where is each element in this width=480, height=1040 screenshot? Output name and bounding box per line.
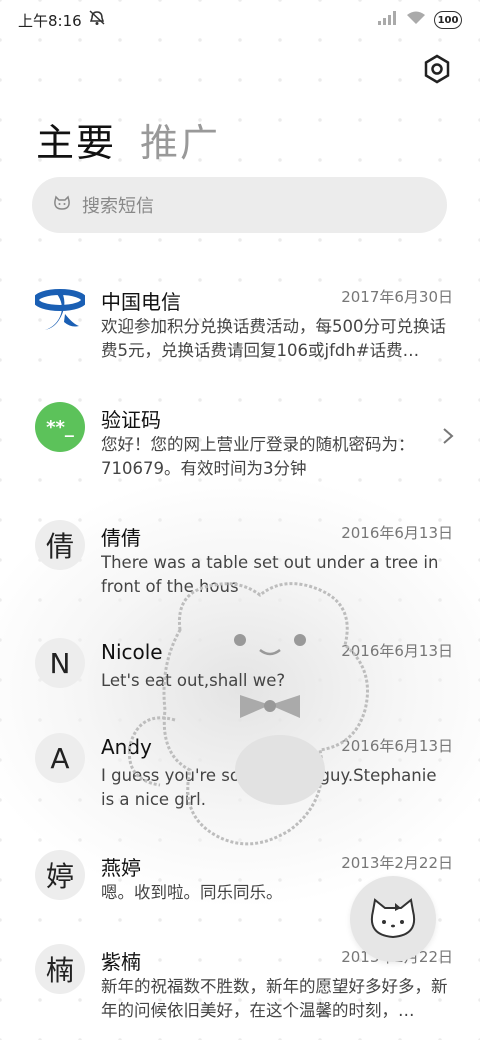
tab-promotion[interactable]: 推广 — [140, 112, 220, 167]
search-placeholder: 搜索短信 — [82, 196, 154, 217]
message-date: 2017年6月30日 — [341, 288, 453, 306]
tab-main[interactable]: 主要 — [36, 112, 116, 167]
sender-name: Nicole — [101, 640, 163, 664]
message-preview: 欢迎参加积分兑换话费活动，每500分可兑换话费5元，兑换话费请回复106或jfd… — [101, 317, 446, 360]
avatar: 婷 — [35, 850, 85, 900]
sender-name: 紫楠 — [101, 950, 141, 974]
telecom-logo-icon — [35, 284, 85, 334]
avatar: A — [35, 733, 85, 783]
message-item[interactable]: 中国电信 2017年6月30日 欢迎参加积分兑换话费活动，每500分可兑换话费5… — [0, 270, 480, 370]
message-preview: 新年的祝福数不胜数，新年的愿望好多好多，新年的问候依旧美好，在这个温馨的时刻，… — [101, 977, 448, 1020]
cat-compose-icon — [371, 898, 415, 939]
message-preview: Let's eat out,shall we? — [101, 671, 286, 690]
message-preview: There was a table set out under a tree i… — [101, 553, 439, 596]
message-item[interactable]: **_ 验证码 您好！您的网上营业厅登录的随机密码为：710679。有效时间为3… — [0, 388, 480, 488]
avatar: **_ — [35, 402, 85, 452]
message-preview: I guess you're some lucky guy.Stephanie … — [101, 766, 437, 809]
message-item[interactable]: A Andy 2016年6月13日 I guess you're some lu… — [0, 719, 480, 819]
gear-icon — [424, 54, 450, 84]
message-preview: 您好！您的网上营业厅登录的随机密码为：710679。有效时间为3分钟 — [101, 435, 415, 478]
message-date: 2013年2月22日 — [341, 854, 453, 872]
avatar: 倩 — [35, 520, 85, 570]
avatar: N — [35, 638, 85, 688]
sender-name: Andy — [101, 735, 152, 759]
message-date: 2016年6月13日 — [341, 642, 453, 660]
sender-name: 倩倩 — [101, 526, 141, 550]
search-input[interactable]: 搜索短信 — [32, 177, 447, 233]
mute-icon — [88, 10, 106, 30]
signal-icon — [378, 11, 398, 29]
message-date: 2016年6月13日 — [341, 524, 453, 542]
sender-name: 验证码 — [101, 408, 161, 432]
message-item[interactable]: 倩 倩倩 2016年6月13日 There was a table set ou… — [0, 506, 480, 606]
compose-button[interactable] — [350, 876, 436, 962]
settings-button[interactable] — [422, 54, 452, 84]
status-time: 上午8:16 — [18, 11, 82, 30]
sender-name: 燕婷 — [101, 856, 141, 880]
message-date: 2016年6月13日 — [341, 737, 453, 755]
cat-search-icon — [52, 195, 72, 216]
status-bar: 上午8:16 100 — [0, 0, 480, 40]
sender-name: 中国电信 — [101, 290, 181, 314]
tab-bar: 主要 推广 — [36, 112, 220, 167]
wifi-icon — [406, 11, 426, 29]
message-item[interactable]: N Nicole 2016年6月13日 Let's eat out,shall … — [0, 624, 480, 724]
chevron-right-icon — [442, 426, 454, 450]
avatar: 楠 — [35, 944, 85, 994]
battery-icon: 100 — [434, 11, 462, 29]
